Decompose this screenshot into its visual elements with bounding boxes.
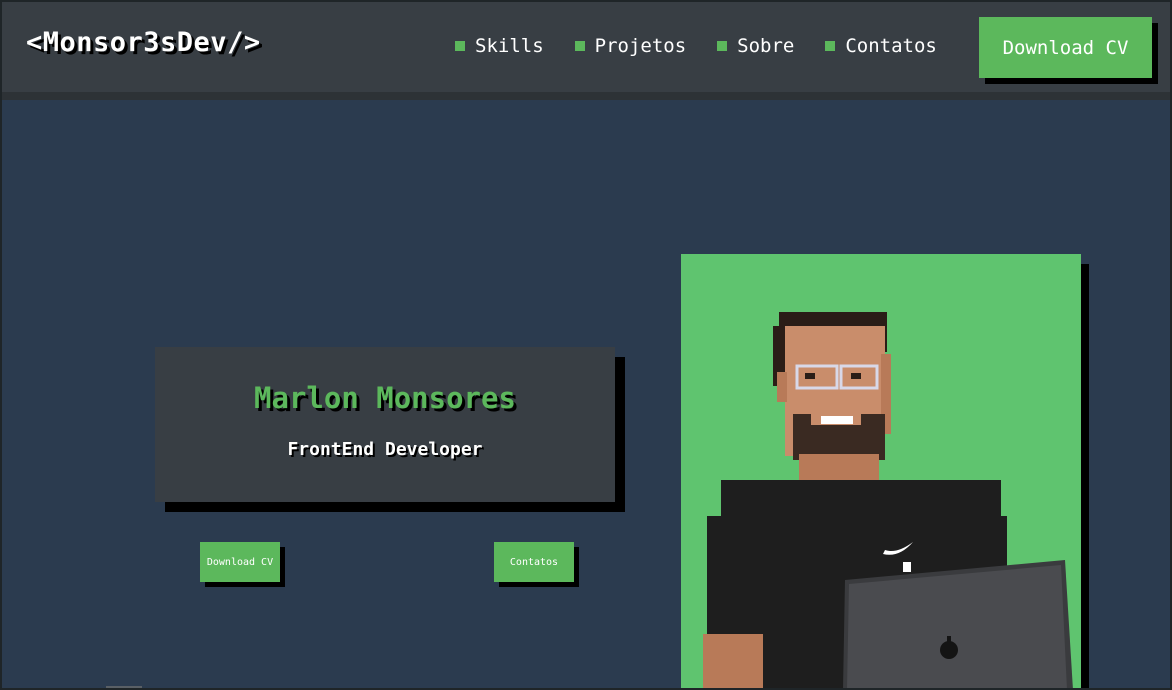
main-nav: Skills Projetos Sobre Contatos — [455, 35, 968, 57]
nav-item-skills[interactable]: Skills — [455, 35, 544, 57]
square-bullet-icon — [574, 41, 585, 51]
site-logo[interactable]: <Monsor3sDev/> — [26, 27, 261, 58]
square-bullet-icon — [455, 41, 465, 51]
hero-name: Marlon Monsores — [254, 381, 516, 415]
hero-download-cv-button[interactable]: Download CV — [200, 542, 280, 582]
hero-contacts-button[interactable]: Contatos — [494, 542, 574, 582]
developer-illustration — [703, 312, 1073, 690]
square-bullet-icon — [825, 41, 836, 51]
profile-photo — [681, 254, 1081, 690]
nav-item-contatos[interactable]: Contatos — [825, 35, 937, 57]
site-header: <Monsor3sDev/> Skills Projetos Sobre Con… — [0, 0, 1172, 100]
hero-role: FrontEnd Developer — [287, 439, 483, 460]
nav-item-sobre[interactable]: Sobre — [717, 35, 794, 57]
nav-item-projetos[interactable]: Projetos — [574, 35, 687, 57]
download-cv-button[interactable]: Download CV — [979, 17, 1152, 78]
nav-item-label: Contatos — [845, 35, 937, 57]
scroll-indicator — [106, 686, 142, 690]
nav-item-label: Projetos — [594, 35, 687, 57]
nav-item-label: Sobre — [737, 35, 795, 57]
nav-item-label: Skills — [475, 35, 544, 57]
hero-card: Marlon Monsores FrontEnd Developer — [155, 347, 615, 502]
square-bullet-icon — [717, 41, 728, 51]
